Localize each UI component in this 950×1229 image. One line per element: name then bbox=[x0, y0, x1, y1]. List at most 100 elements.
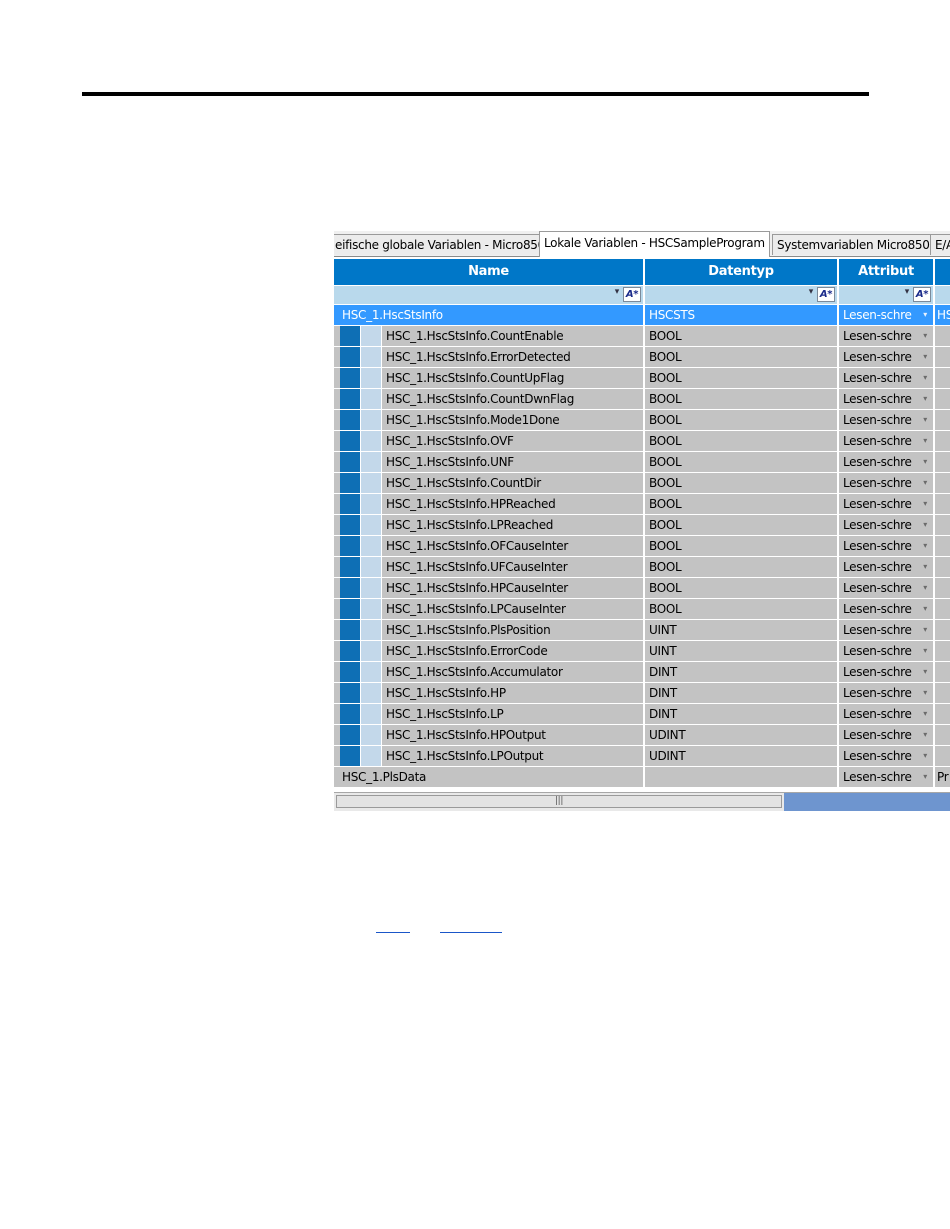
name-cell[interactable]: HSC_1.HscStsInfo.ErrorDetected bbox=[382, 347, 643, 367]
row-selector[interactable] bbox=[340, 578, 360, 598]
datatype-cell[interactable]: BOOL bbox=[645, 368, 837, 388]
datatype-cell[interactable] bbox=[645, 767, 837, 787]
next-column-cell[interactable] bbox=[935, 599, 950, 619]
datatype-cell[interactable]: BOOL bbox=[645, 536, 837, 556]
datatype-cell[interactable]: UINT bbox=[645, 620, 837, 640]
name-cell[interactable]: HSC_1.HscStsInfo.CountEnable bbox=[382, 326, 643, 346]
next-column-cell[interactable] bbox=[935, 557, 950, 577]
datatype-cell[interactable]: BOOL bbox=[645, 389, 837, 409]
chevron-down-icon[interactable]: ▾ bbox=[923, 410, 927, 430]
scrollbar-thumb[interactable]: ||| bbox=[336, 795, 782, 808]
chevron-down-icon[interactable]: ▾ bbox=[923, 704, 927, 724]
table-row[interactable]: HSC_1.HscStsInfo.HPCauseInter BOOL Lesen-s… bbox=[334, 578, 950, 599]
name-cell[interactable]: HSC_1.HscStsInfo.Mode1Done bbox=[382, 410, 643, 430]
next-column-cell[interactable] bbox=[935, 725, 950, 745]
chevron-down-icon[interactable]: ▾ bbox=[615, 287, 620, 297]
table-row[interactable]: HSC_1.HscStsInfo.HPReached BOOL Lesen-schr… bbox=[334, 494, 950, 515]
name-cell[interactable]: HSC_1.HscStsInfo.HP bbox=[382, 683, 643, 703]
name-cell[interactable]: HSC_1.HscStsInfo.HPReached bbox=[382, 494, 643, 514]
name-cell[interactable]: HSC_1.HscStsInfo.UNF bbox=[382, 452, 643, 472]
name-cell[interactable]: HSC_1.HscStsInfo.OFCauseInter bbox=[382, 536, 643, 556]
datatype-cell[interactable]: BOOL bbox=[645, 578, 837, 598]
attribute-cell[interactable]: Lesen-schre ▾ bbox=[839, 662, 933, 682]
attribute-cell[interactable]: Lesen-schre ▾ bbox=[839, 515, 933, 535]
chevron-down-icon[interactable]: ▾ bbox=[923, 305, 927, 325]
tab-global-variables[interactable]: eifische globale Variablen - Micro850 bbox=[334, 234, 550, 255]
name-cell[interactable]: HSC_1.HscStsInfo.ErrorCode bbox=[382, 641, 643, 661]
next-column-cell[interactable] bbox=[935, 704, 950, 724]
chevron-down-icon[interactable]: ▾ bbox=[923, 536, 927, 556]
column-header-name[interactable]: Name bbox=[334, 259, 645, 285]
next-column-cell[interactable] bbox=[935, 326, 950, 346]
table-row[interactable]: HSC_1.HscStsInfo.ErrorCode UINT Lesen-schr… bbox=[334, 641, 950, 662]
next-column-cell[interactable] bbox=[935, 494, 950, 514]
next-column-cell[interactable] bbox=[935, 641, 950, 661]
name-cell[interactable]: HSC_1.HscStsInfo.CountDwnFlag bbox=[382, 389, 643, 409]
attribute-cell[interactable]: Lesen-schre ▾ bbox=[839, 725, 933, 745]
next-column-cell[interactable]: Pr bbox=[935, 767, 950, 787]
datatype-cell[interactable]: BOOL bbox=[645, 557, 837, 577]
chevron-down-icon[interactable]: ▾ bbox=[923, 515, 927, 535]
next-column-cell[interactable] bbox=[935, 662, 950, 682]
datatype-cell[interactable]: BOOL bbox=[645, 473, 837, 493]
next-column-cell[interactable] bbox=[935, 473, 950, 493]
chevron-down-icon[interactable]: ▾ bbox=[923, 452, 927, 472]
table-row[interactable]: HSC_1.HscStsInfo.HP DINT Lesen-schre ▾ bbox=[334, 683, 950, 704]
datatype-cell[interactable]: HSCSTS bbox=[645, 305, 837, 325]
name-cell[interactable]: HSC_1.HscStsInfo.LPReached bbox=[382, 515, 643, 535]
name-cell[interactable]: HSC_1.HscStsInfo.CountDir bbox=[382, 473, 643, 493]
table-row[interactable]: HSC_1.HscStsInfo.CountEnable BOOL Lesen-sc… bbox=[334, 326, 950, 347]
chevron-down-icon[interactable]: ▾ bbox=[923, 662, 927, 682]
chevron-down-icon[interactable]: ▾ bbox=[923, 746, 927, 766]
table-row[interactable]: HSC_1.HscStsInfo.OVF BOOL Lesen-schre ▾ bbox=[334, 431, 950, 452]
row-selector[interactable] bbox=[340, 641, 360, 661]
name-cell[interactable]: HSC_1.HscStsInfo.CountUpFlag bbox=[382, 368, 643, 388]
row-selector[interactable] bbox=[340, 347, 360, 367]
row-selector[interactable] bbox=[340, 326, 360, 346]
row-selector[interactable] bbox=[340, 389, 360, 409]
next-column-cell[interactable]: HS bbox=[935, 305, 950, 325]
datatype-cell[interactable]: BOOL bbox=[645, 410, 837, 430]
table-row[interactable]: HSC_1.HscStsInfo.Accumulator DINT Lesen-sc… bbox=[334, 662, 950, 683]
horizontal-scrollbar[interactable]: ||| bbox=[334, 792, 950, 811]
link-underline[interactable] bbox=[440, 932, 502, 933]
filter-icon[interactable]: A* bbox=[817, 287, 835, 302]
datatype-cell[interactable]: BOOL bbox=[645, 347, 837, 367]
next-column-cell[interactable] bbox=[935, 410, 950, 430]
tab-local-variables[interactable]: Lokale Variablen - HSCSampleProgram bbox=[539, 231, 770, 257]
attribute-cell[interactable]: Lesen-schre ▾ bbox=[839, 305, 933, 325]
name-cell[interactable]: HSC_1.HscStsInfo.HPCauseInter bbox=[382, 578, 643, 598]
attribute-cell[interactable]: Lesen-schre ▾ bbox=[839, 704, 933, 724]
row-selector[interactable] bbox=[340, 536, 360, 556]
chevron-down-icon[interactable]: ▾ bbox=[923, 389, 927, 409]
chevron-down-icon[interactable]: ▾ bbox=[923, 578, 927, 598]
attribute-cell[interactable]: Lesen-schre ▾ bbox=[839, 347, 933, 367]
chevron-down-icon[interactable]: ▾ bbox=[923, 599, 927, 619]
row-selector[interactable] bbox=[340, 704, 360, 724]
attribute-cell[interactable]: Lesen-schre ▾ bbox=[839, 494, 933, 514]
row-selector[interactable] bbox=[340, 494, 360, 514]
attribute-cell[interactable]: Lesen-schre ▾ bbox=[839, 620, 933, 640]
chevron-down-icon[interactable]: ▾ bbox=[923, 368, 927, 388]
chevron-down-icon[interactable]: ▾ bbox=[923, 326, 927, 346]
next-column-cell[interactable] bbox=[935, 746, 950, 766]
name-cell[interactable]: HSC_1.PlsData bbox=[334, 767, 643, 787]
row-selector[interactable] bbox=[340, 410, 360, 430]
next-filter-cell[interactable] bbox=[935, 286, 950, 304]
next-column-cell[interactable] bbox=[935, 536, 950, 556]
name-cell[interactable]: HSC_1.HscStsInfo.HPOutput bbox=[382, 725, 643, 745]
table-row[interactable]: HSC_1.HscStsInfo.CountUpFlag BOOL Lesen-sc… bbox=[334, 368, 950, 389]
next-column-cell[interactable] bbox=[935, 515, 950, 535]
table-row[interactable]: HSC_1.PlsData Lesen-schre ▾ Pr bbox=[334, 767, 950, 788]
name-cell[interactable]: HSC_1.HscStsInfo.Accumulator bbox=[382, 662, 643, 682]
attribute-cell[interactable]: Lesen-schre ▾ bbox=[839, 389, 933, 409]
chevron-down-icon[interactable]: ▾ bbox=[923, 620, 927, 640]
attribute-cell[interactable]: Lesen-schre ▾ bbox=[839, 578, 933, 598]
datatype-cell[interactable]: DINT bbox=[645, 704, 837, 724]
name-cell[interactable]: HSC_1.HscStsInfo.PlsPosition bbox=[382, 620, 643, 640]
next-column-cell[interactable] bbox=[935, 389, 950, 409]
datatype-filter-cell[interactable]: ▾ A* bbox=[645, 286, 839, 304]
attribute-cell[interactable]: Lesen-schre ▾ bbox=[839, 767, 933, 787]
attribute-cell[interactable]: Lesen-schre ▾ bbox=[839, 599, 933, 619]
table-row[interactable]: HSC_1.HscStsInfo HSCSTS Lesen-schre ▾ HS bbox=[334, 305, 950, 326]
